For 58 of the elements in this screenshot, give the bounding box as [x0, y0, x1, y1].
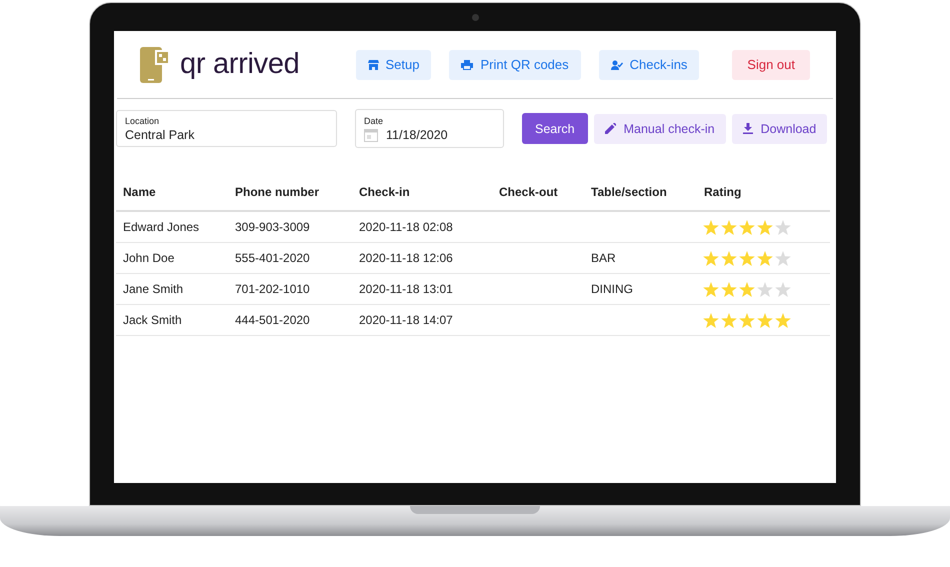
- table-cell-text: 444-501-2020: [234, 313, 311, 327]
- table-cell-text: Edward Jones: [122, 220, 200, 234]
- table-cell-text: DINING: [590, 282, 634, 296]
- column-header: Table/section: [590, 185, 668, 199]
- star-icon: [721, 312, 737, 328]
- column-header: Check-out: [498, 185, 559, 199]
- star-icon: [739, 282, 755, 296]
- star-icon: [757, 282, 773, 296]
- table-cell-text: John Doe: [122, 251, 176, 265]
- action-button[interactable]: Download: [732, 114, 828, 144]
- calendar-icon: [364, 128, 378, 142]
- star-icon: [721, 220, 737, 234]
- nav-button[interactable]: Print QR codes: [449, 50, 581, 80]
- store-icon: [368, 60, 378, 70]
- person-check-icon: [610, 60, 623, 70]
- table-cell-text: BAR: [590, 251, 617, 265]
- star-icon: [703, 250, 719, 266]
- table-cell-text: 2020-11-18 13:01: [358, 282, 454, 296]
- table-cell-text: 2020-11-18 14:07: [358, 313, 454, 327]
- pencil-icon: [604, 123, 616, 134]
- star-icon: [721, 282, 737, 296]
- star-icon: [775, 282, 791, 296]
- phone-qr-icon: [140, 46, 170, 82]
- star-icon: [703, 312, 719, 328]
- search-button[interactable]: Search: [522, 113, 588, 144]
- table-cell-text: Jane Smith: [122, 282, 184, 296]
- star-icon: [757, 220, 773, 234]
- date-field[interactable]: Date 11/18/2020: [355, 109, 504, 148]
- table-cell-text: Jack Smith: [122, 313, 183, 327]
- column-header: Phone number: [234, 185, 320, 199]
- table-cell-text: 2020-11-18 12:06: [358, 251, 454, 265]
- camera-icon: [472, 14, 479, 21]
- app-logo-text: qr arrived: [180, 48, 300, 81]
- table-cell-text: 555-401-2020: [234, 251, 311, 265]
- star-icon: [739, 220, 755, 234]
- star-icon: [739, 312, 755, 328]
- location-field[interactable]: Location Central Park: [116, 110, 337, 147]
- printer-icon: [461, 60, 474, 70]
- star-icon: [775, 312, 791, 328]
- column-header: Rating: [703, 185, 742, 199]
- star-icon: [721, 250, 737, 266]
- star-icon: [775, 250, 791, 266]
- nav-button[interactable]: Setup: [356, 50, 432, 80]
- column-header: Name: [122, 185, 157, 199]
- nav-button[interactable]: Check-ins: [598, 50, 700, 80]
- star-icon: [703, 220, 719, 234]
- table-cell-text: 309-903-3009: [234, 220, 311, 234]
- star-icon: [757, 312, 773, 328]
- column-header: Check-in: [358, 185, 411, 199]
- sign-out-button[interactable]: Sign out: [732, 50, 810, 80]
- table-cell-text: 2020-11-18 02:08: [358, 220, 454, 234]
- star-icon: [703, 282, 719, 296]
- table-cell-text: 701-202-1010: [234, 282, 311, 296]
- star-icon: [739, 250, 755, 266]
- action-button[interactable]: Manual check-in: [594, 114, 726, 144]
- star-icon: [775, 220, 791, 234]
- star-icon: [757, 250, 773, 266]
- download-icon: [742, 123, 753, 134]
